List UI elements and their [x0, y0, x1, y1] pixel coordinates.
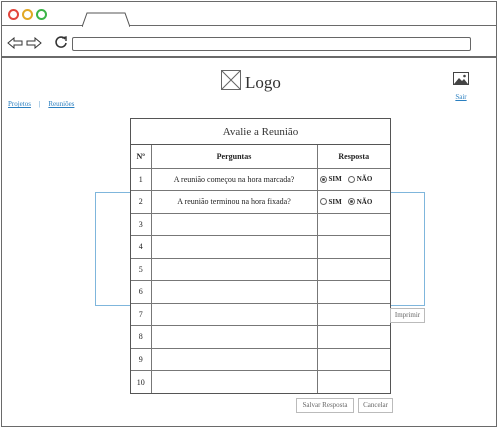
- back-arrow-icon[interactable]: [7, 36, 23, 54]
- table-row: 6: [131, 280, 390, 304]
- cancel-button[interactable]: Cancelar: [358, 398, 393, 413]
- table-row: 1 A reunião começou na hora marcada? SIM…: [131, 167, 391, 191]
- table-row: 4: [131, 235, 390, 259]
- question-text: A reunião terminou na hora fixada?: [150, 190, 318, 214]
- breadcrumb-separator: |: [38, 100, 41, 108]
- question-text: [150, 370, 318, 393]
- logout-link[interactable]: Sair: [450, 93, 472, 101]
- radio-yes-selected[interactable]: [319, 175, 327, 183]
- row-number: 9: [131, 347, 152, 371]
- questions-table: Nº Perguntas Resposta 1 A reunião começo…: [131, 145, 390, 393]
- logo-text: Logo: [245, 72, 281, 92]
- form-title: Avalie a Reunião: [131, 119, 390, 145]
- forward-arrow-icon[interactable]: [26, 36, 42, 54]
- breadcrumb-meetings-link[interactable]: Reuniões: [48, 100, 74, 108]
- answer-cell: [316, 302, 390, 326]
- evaluation-form: Avalie a Reunião Nº Perguntas Resposta 1…: [130, 118, 391, 394]
- answer-yes-option[interactable]: SIM: [319, 197, 342, 206]
- row-number: 10: [131, 370, 152, 393]
- table-row: 9: [131, 347, 390, 371]
- answer-cell: [316, 325, 390, 349]
- question-text: [150, 235, 318, 259]
- row-number: 2: [131, 190, 152, 214]
- user-image-icon: [453, 72, 469, 89]
- question-text: [150, 325, 318, 349]
- answer-no-option[interactable]: NÃO: [347, 197, 373, 206]
- title-bar: [2, 2, 496, 27]
- table-row: 2 A reunião terminou na hora fixada? SIM…: [131, 190, 391, 214]
- question-text: [150, 257, 318, 281]
- answer-cell: [316, 235, 390, 259]
- maximize-window-button[interactable]: [36, 9, 47, 20]
- yes-label: SIM: [328, 197, 342, 206]
- breadcrumb: Projetos | Reuniões: [8, 100, 74, 108]
- table-row: 5: [131, 257, 390, 281]
- answer-cell: [316, 370, 390, 393]
- table-header-row: Nº Perguntas Resposta: [131, 145, 390, 169]
- no-label: NÃO: [356, 197, 373, 206]
- yes-label: SIM: [328, 175, 342, 184]
- no-label: NÃO: [356, 175, 373, 184]
- image-placeholder-icon: [221, 70, 241, 95]
- question-text: A reunião começou na hora marcada?: [150, 167, 318, 191]
- logo: Logo: [221, 70, 281, 95]
- question-text: [150, 212, 318, 236]
- row-number: 4: [131, 235, 152, 259]
- browser-tab[interactable]: [82, 12, 130, 27]
- radio-no[interactable]: [347, 175, 355, 183]
- column-header-questions: Perguntas: [150, 145, 318, 169]
- answer-cell: SIM NÃO: [316, 190, 391, 214]
- radio-no-selected[interactable]: [347, 198, 355, 206]
- logout-area: Sair: [450, 72, 472, 101]
- answer-cell: [316, 280, 390, 304]
- row-number: 6: [131, 280, 152, 304]
- answer-no-option[interactable]: NÃO: [347, 175, 373, 184]
- answer-cell: [316, 347, 390, 371]
- table-row: 8: [131, 325, 390, 349]
- radio-yes[interactable]: [319, 198, 327, 206]
- minimize-window-button[interactable]: [22, 9, 33, 20]
- table-row: 10: [131, 370, 390, 393]
- row-number: 3: [131, 212, 152, 236]
- answer-radio-group: SIM NÃO: [318, 198, 391, 206]
- answer-radio-group: SIM NÃO: [318, 175, 391, 183]
- table-row: 7: [131, 302, 390, 326]
- print-button[interactable]: Imprimir: [390, 308, 425, 323]
- question-text: [150, 347, 318, 371]
- close-window-button[interactable]: [8, 9, 19, 20]
- answer-cell: [316, 257, 390, 281]
- address-bar: [2, 27, 496, 58]
- question-text: [150, 280, 318, 304]
- reload-icon[interactable]: [54, 35, 68, 54]
- column-header-number: Nº: [131, 145, 152, 169]
- answer-cell: [316, 212, 390, 236]
- url-input[interactable]: [72, 37, 471, 51]
- column-header-answer: Resposta: [316, 145, 390, 169]
- row-number: 5: [131, 257, 152, 281]
- save-answer-button[interactable]: Salvar Resposta: [296, 398, 354, 413]
- answer-cell: SIM NÃO: [316, 167, 391, 191]
- row-number: 8: [131, 325, 152, 349]
- answer-yes-option[interactable]: SIM: [319, 175, 342, 184]
- table-row: 3: [131, 212, 390, 236]
- question-text: [150, 302, 318, 326]
- breadcrumb-projects-link[interactable]: Projetos: [8, 100, 31, 108]
- row-number: 1: [131, 167, 152, 191]
- row-number: 7: [131, 302, 152, 326]
